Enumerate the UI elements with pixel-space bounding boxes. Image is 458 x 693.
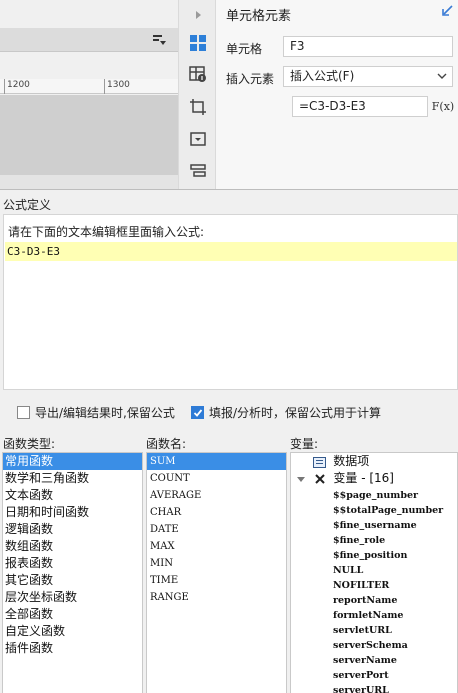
variable-item[interactable]: serverURL [333,683,389,693]
list-item[interactable]: COUNT [147,470,286,487]
variable-item[interactable]: NOFILTER [333,578,389,593]
list-item[interactable]: 层次坐标函数 [3,589,142,606]
list-item[interactable]: DATE [147,521,286,538]
cell-attribute-tab[interactable] [185,61,211,87]
cell-element-tab[interactable] [185,30,211,56]
cell-style-tab[interactable] [185,94,211,120]
variable-item[interactable]: serverPort [333,668,389,683]
collapse-arrow-icon[interactable] [440,4,454,18]
list-item[interactable]: RANGE [147,589,286,606]
app-root: 1200 1300 单元格元素 单元格 F3 插入元素 插入公式(F) =C3-… [0,0,458,693]
list-item[interactable]: 数组函数 [3,538,142,555]
formula-panel: 请在下面的文本编辑框里面输入公式: C3-D3-E3 [3,214,458,390]
list-item[interactable]: 报表函数 [3,555,142,572]
formula-editor[interactable]: C3-D3-E3 [5,242,457,261]
chevron-right-icon [196,11,201,19]
ruler-tick [104,79,105,94]
sheet-toolbar [0,28,178,52]
cell-properties-panel: 单元格元素 单元格 F3 插入元素 插入公式(F) =C3-D3-E3 F(x) [216,0,458,189]
variable-tree[interactable]: 数据项 变量 - [16] $$page_number $$totalPage_… [290,452,458,693]
chevron-down-icon [437,73,447,79]
keep-formula-fill-label: 填报/分析时，保留公式用于计算 [209,406,382,420]
formula-hint: 请在下面的文本编辑框里面输入公式: [8,225,205,239]
function-names-label: 函数名: [146,437,187,451]
table-info-icon [189,66,206,82]
list-item[interactable]: 自定义函数 [3,623,142,640]
list-item[interactable]: MAX [147,538,286,555]
insert-element-value: 插入公式(F) [290,69,355,83]
list-item[interactable]: 文本函数 [3,487,142,504]
variable-item[interactable]: serverName [333,653,397,668]
rail-expand-button[interactable] [185,2,211,28]
list-item[interactable]: 日期和时间函数 [3,504,142,521]
list-item[interactable]: 全部函数 [3,606,142,623]
horizontal-ruler: 1200 1300 [0,79,178,94]
variable-item[interactable]: $fine_username [333,518,417,533]
keep-formula-export-option[interactable]: 导出/编辑结果时,保留公式 [17,404,175,421]
layers-icon [190,164,206,177]
ruler-tick [4,79,5,94]
report-canvas[interactable] [0,95,178,175]
dropdown-box-icon [190,132,206,146]
format-menu-icon[interactable] [152,33,166,47]
keep-formula-fill-option[interactable]: 填报/分析时，保留公式用于计算 [191,404,381,421]
variable-item[interactable]: $fine_position [333,548,407,563]
keep-formula-export-checkbox[interactable] [17,406,30,419]
designer-top-area: 1200 1300 单元格元素 单元格 F3 插入元素 插入公式(F) =C3-… [0,0,458,189]
variable-item[interactable]: formletName [333,608,403,623]
tree-node-label: 变量 - [16] [333,471,394,485]
formula-edit-button[interactable]: F(x) [432,96,454,117]
list-item[interactable]: MIN [147,555,286,572]
tree-node-variables[interactable]: 变量 - [16] [297,471,394,486]
list-item[interactable]: CHAR [147,504,286,521]
formula-field[interactable]: =C3-D3-E3 [292,96,428,117]
variable-item[interactable]: $fine_role [333,533,385,548]
sheet-area: 1200 1300 [0,0,178,189]
checkmark-icon [193,408,202,417]
data-item-icon [313,456,326,468]
property-icon-rail [178,0,216,189]
tree-node-label: 数据项 [333,454,370,468]
expand-triangle-icon[interactable] [297,475,305,483]
list-item[interactable]: SUM [147,453,286,470]
keep-formula-fill-checkbox[interactable] [191,406,204,419]
ruler-label: 1200 [7,80,30,90]
grid-icon [190,35,206,51]
tree-node-data-items[interactable]: 数据项 [313,454,369,469]
insert-element-label: 插入元素 [226,72,275,86]
list-item[interactable]: 插件函数 [3,640,142,657]
list-item[interactable]: 逻辑函数 [3,521,142,538]
list-item[interactable]: 数学和三角函数 [3,470,142,487]
variable-item[interactable]: servletURL [333,623,392,638]
variable-item[interactable]: serverSchema [333,638,408,653]
list-item[interactable]: 其它函数 [3,572,142,589]
widget-settings-tab[interactable] [185,126,211,152]
function-types-label: 函数类型: [3,437,56,451]
variable-icon [315,474,325,484]
insert-element-select[interactable]: 插入公式(F) [283,66,453,87]
canvas-scroll-strip [0,175,178,189]
function-type-list[interactable]: 常用函数 数学和三角函数 文本函数 日期和时间函数 逻辑函数 数组函数 报表函数… [2,452,143,693]
formula-definition-dialog: 公式定义 请在下面的文本编辑框里面输入公式: C3-D3-E3 导出/编辑结果时… [0,189,458,693]
function-name-list[interactable]: SUM COUNT AVERAGE CHAR DATE MAX MIN TIME… [146,452,287,693]
variable-item[interactable]: NULL [333,563,363,578]
dialog-title: 公式定义 [3,198,52,212]
ruler-label: 1300 [107,80,130,90]
variable-item[interactable]: reportName [333,593,397,608]
cell-label: 单元格 [226,42,263,56]
variables-label: 变量: [290,437,319,451]
cell-field[interactable]: F3 [283,36,453,57]
crop-icon [190,99,206,115]
list-item[interactable]: TIME [147,572,286,589]
extra-settings-tab[interactable] [185,158,211,184]
fx-icon: F(x) [431,100,455,113]
variable-item[interactable]: $$page_number [333,488,418,503]
variable-item[interactable]: $$totalPage_number [333,503,443,518]
list-item[interactable]: AVERAGE [147,487,286,504]
panel-title: 单元格元素 [226,9,292,24]
list-item[interactable]: 常用函数 [3,453,142,470]
keep-formula-export-label: 导出/编辑结果时,保留公式 [35,406,175,420]
